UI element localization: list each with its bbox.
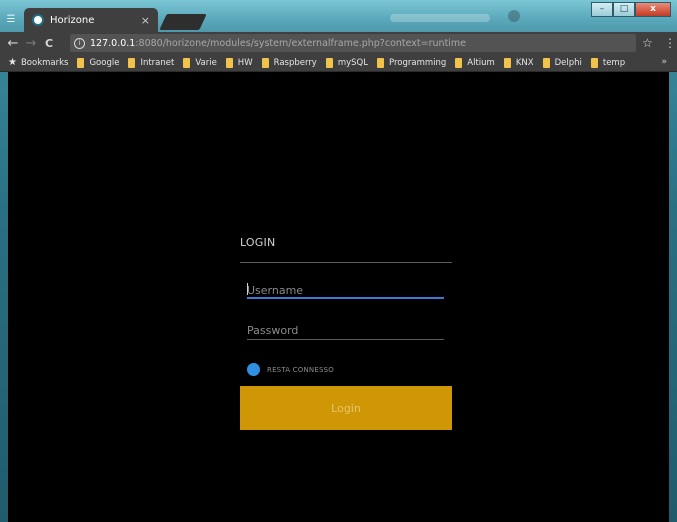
bookmark-star-icon[interactable]: ☆	[642, 36, 653, 50]
bookmarks-bar: ★ Bookmarks Google Intranet Varie HW Ras…	[0, 54, 677, 72]
back-arrow-icon[interactable]: ←	[4, 36, 22, 51]
close-window-button[interactable]: x	[635, 2, 671, 17]
folder-icon	[128, 57, 136, 68]
browser-toolbar: ← → C i 127.0.0.1 :8080/horizone/modules…	[0, 32, 677, 54]
tab-close-icon[interactable]: ×	[141, 14, 150, 27]
bookmarks-star-icon: ★	[8, 57, 17, 68]
bookmark-folder[interactable]: Intranet	[128, 57, 175, 68]
bookmark-label: Intranet	[140, 57, 175, 68]
url-host: 127.0.0.1	[90, 37, 136, 49]
folder-icon	[225, 57, 233, 68]
bookmark-label: Altium	[467, 57, 495, 68]
url-path: :8080/horizone/modules/system/externalfr…	[135, 37, 467, 49]
remember-me-radio[interactable]	[247, 363, 260, 376]
bookmark-folder[interactable]: KNX	[503, 57, 534, 68]
tab-title: Horizone	[50, 14, 95, 26]
maximize-button[interactable]: □	[613, 2, 635, 17]
bookmark-folder[interactable]: Delphi	[542, 57, 582, 68]
bookmark-label: Raspberry	[273, 57, 317, 68]
new-tab-button[interactable]	[159, 14, 207, 30]
window-titlebar: ☰ Horizone × – □ x	[0, 0, 677, 32]
bookmark-folder[interactable]: temp	[590, 57, 626, 68]
bookmark-label: HW	[237, 57, 253, 68]
folder-icon	[376, 57, 384, 68]
bookmark-label: Varie	[195, 57, 217, 68]
folder-icon	[261, 57, 269, 68]
address-bar[interactable]: i 127.0.0.1 :8080/horizone/modules/syste…	[70, 34, 636, 52]
login-button[interactable]: Login	[240, 386, 452, 430]
reload-icon[interactable]: C	[40, 37, 58, 50]
bookmarks-overflow-icon[interactable]: »	[661, 57, 667, 67]
remember-me-label: RESTA CONNESSO	[267, 365, 334, 374]
bookmark-folder[interactable]: Altium	[455, 57, 495, 68]
text-caret	[247, 283, 248, 295]
password-input[interactable]	[247, 321, 444, 339]
window-controls: – □ x	[591, 2, 671, 17]
minimize-button[interactable]: –	[591, 2, 613, 17]
folder-icon	[542, 57, 550, 68]
folder-icon	[325, 57, 333, 68]
bookmarks-root-label: Bookmarks	[20, 57, 69, 68]
titlebar-blur-dot	[508, 10, 520, 22]
bookmark-label: temp	[602, 57, 626, 68]
login-title: LOGIN	[240, 236, 276, 249]
password-underline	[247, 339, 444, 340]
remember-me-option[interactable]: RESTA CONNESSO	[247, 363, 334, 376]
titlebar-blur	[390, 14, 490, 22]
bookmark-label: mySQL	[337, 57, 368, 68]
bookmark-label: KNX	[515, 57, 534, 68]
login-divider	[240, 262, 452, 263]
tab-favicon-icon	[32, 14, 44, 26]
username-underline	[247, 297, 444, 299]
folder-icon	[590, 57, 598, 68]
bookmark-folder[interactable]: Varie	[183, 57, 217, 68]
folder-icon	[455, 57, 463, 68]
system-menu-icon[interactable]: ☰	[4, 14, 18, 26]
bookmark-folder[interactable]: Raspberry	[261, 57, 317, 68]
bookmark-folder[interactable]: HW	[225, 57, 253, 68]
bookmark-label: Programming	[388, 57, 447, 68]
folder-icon	[503, 57, 511, 68]
folder-icon	[183, 57, 191, 68]
info-icon[interactable]: i	[74, 37, 85, 49]
browser-menu-icon[interactable]: ⋮	[664, 36, 676, 50]
bookmark-folder[interactable]: Google	[77, 57, 120, 68]
bookmark-folder[interactable]: mySQL	[325, 57, 368, 68]
forward-arrow-icon[interactable]: →	[22, 36, 40, 51]
folder-icon	[77, 57, 85, 68]
bookmark-folder[interactable]: Programming	[376, 57, 447, 68]
bookmark-label: Delphi	[554, 57, 582, 68]
bookmark-label: Google	[89, 57, 120, 68]
bookmarks-root[interactable]: ★ Bookmarks	[8, 57, 68, 68]
browser-tab[interactable]: Horizone ×	[24, 8, 158, 32]
